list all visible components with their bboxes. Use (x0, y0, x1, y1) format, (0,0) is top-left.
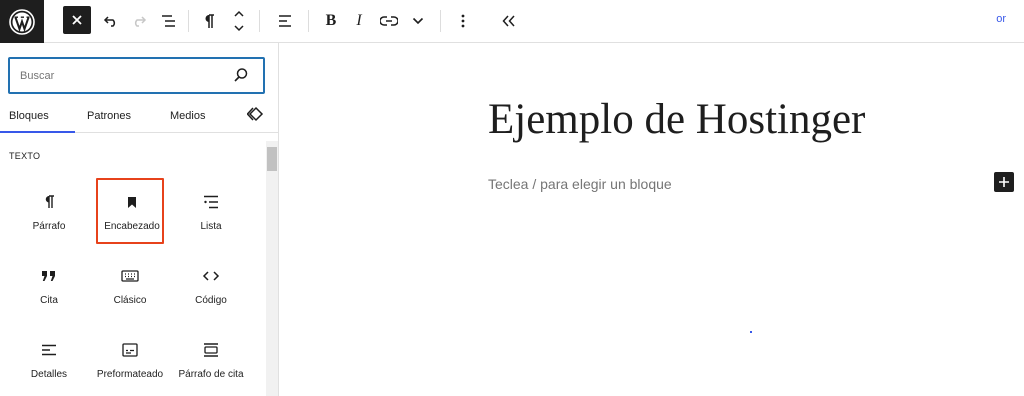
undo-button[interactable] (96, 6, 126, 36)
toolbar-divider (259, 10, 260, 32)
block-item-pullquote[interactable]: Párrafo de cita (177, 326, 245, 392)
list-view-icon (162, 15, 175, 27)
redo-button[interactable] (124, 6, 154, 36)
editor-canvas[interactable]: Ejemplo de Hostinger Teclea / para elegi… (280, 43, 1024, 396)
toolbar-divider (440, 10, 441, 32)
undo-icon (103, 16, 116, 27)
details-icon (42, 344, 56, 356)
chevron-down-icon (412, 17, 424, 25)
block-item-code[interactable]: Código (177, 252, 245, 318)
more-formatting-button[interactable] (403, 6, 433, 36)
block-label: Lista (200, 221, 222, 232)
block-label: Cita (40, 295, 58, 306)
list-view-button[interactable] (154, 6, 184, 36)
tab-blocks[interactable]: Bloques (9, 110, 49, 122)
options-button[interactable] (448, 6, 478, 36)
block-placeholder[interactable]: Teclea / para elegir un bloque (488, 176, 672, 192)
block-label: Párrafo (32, 221, 66, 232)
search-box (8, 57, 265, 94)
block-label: Párrafo de cita (178, 369, 244, 380)
align-icon (279, 15, 291, 27)
block-item-list[interactable]: Lista (177, 178, 245, 244)
block-item-details[interactable]: Detalles (15, 326, 83, 392)
cursor-dot (750, 331, 752, 333)
bold-button[interactable]: B (316, 6, 346, 36)
block-item-quote[interactable]: Cita (15, 252, 83, 318)
close-icon (72, 15, 82, 25)
diamond-icon (246, 106, 264, 122)
block-item-paragraph[interactable]: Párrafo (15, 178, 83, 244)
paragraph-icon (45, 195, 54, 208)
wordpress-logo-button[interactable] (0, 0, 44, 43)
align-button[interactable] (270, 6, 300, 36)
quote-icon (42, 271, 55, 281)
block-label: Código (195, 295, 227, 306)
move-block-buttons[interactable] (224, 6, 254, 36)
search-input[interactable] (20, 67, 220, 85)
link-icon (380, 16, 398, 26)
bold-icon: B (325, 12, 337, 29)
close-inserter-button[interactable] (63, 6, 91, 34)
plus-icon (999, 177, 1009, 187)
category-heading: TEXTO (9, 151, 41, 161)
block-item-heading[interactable]: Encabezado (96, 178, 164, 244)
redo-icon (134, 16, 147, 27)
block-label: Detalles (30, 369, 68, 380)
collapse-icon (502, 15, 515, 27)
tab-media[interactable]: Medios (170, 110, 205, 122)
move-up-down-icon (234, 10, 244, 32)
block-label: Encabezado (104, 221, 160, 232)
code-icon (202, 271, 220, 281)
block-inserter-panel: Bloques Patrones Medios TEXTO Párrafo (0, 43, 279, 396)
search-icon[interactable] (233, 67, 249, 83)
tab-patterns[interactable]: Patrones (87, 110, 131, 122)
pullquote-icon (204, 343, 218, 357)
block-label: Clásico (113, 295, 147, 306)
heading-bookmark-icon (128, 196, 136, 208)
toolbar-divider (308, 10, 309, 32)
italic-button[interactable]: I (344, 6, 374, 36)
block-item-classic[interactable]: Clásico (96, 252, 164, 318)
list-icon (204, 195, 218, 209)
scrollbar[interactable] (266, 141, 278, 396)
paragraph-icon (205, 14, 214, 28)
inserter-tabs: Bloques Patrones Medios (0, 101, 278, 133)
post-title[interactable]: Ejemplo de Hostinger (488, 95, 865, 144)
add-block-button[interactable] (994, 172, 1014, 192)
link-button[interactable] (374, 6, 404, 36)
preformatted-icon (122, 343, 138, 357)
keyboard-icon (121, 270, 139, 282)
toolbar-trailing-text[interactable]: or (996, 13, 1006, 25)
toolbar-divider (188, 10, 189, 32)
block-type-button[interactable] (194, 6, 224, 36)
editor-toolbar: B I or (0, 0, 1024, 43)
more-options-icon (461, 14, 465, 28)
block-label: Preformateado (96, 369, 164, 380)
collapse-toolbar-button[interactable] (494, 6, 524, 36)
tab-synced-patterns[interactable] (246, 106, 265, 127)
active-tab-indicator (0, 131, 75, 133)
wordpress-icon (9, 8, 35, 35)
block-item-preformatted[interactable]: Preformateado (96, 326, 164, 392)
italic-icon: I (356, 12, 362, 29)
scrollbar-thumb[interactable] (267, 147, 277, 171)
